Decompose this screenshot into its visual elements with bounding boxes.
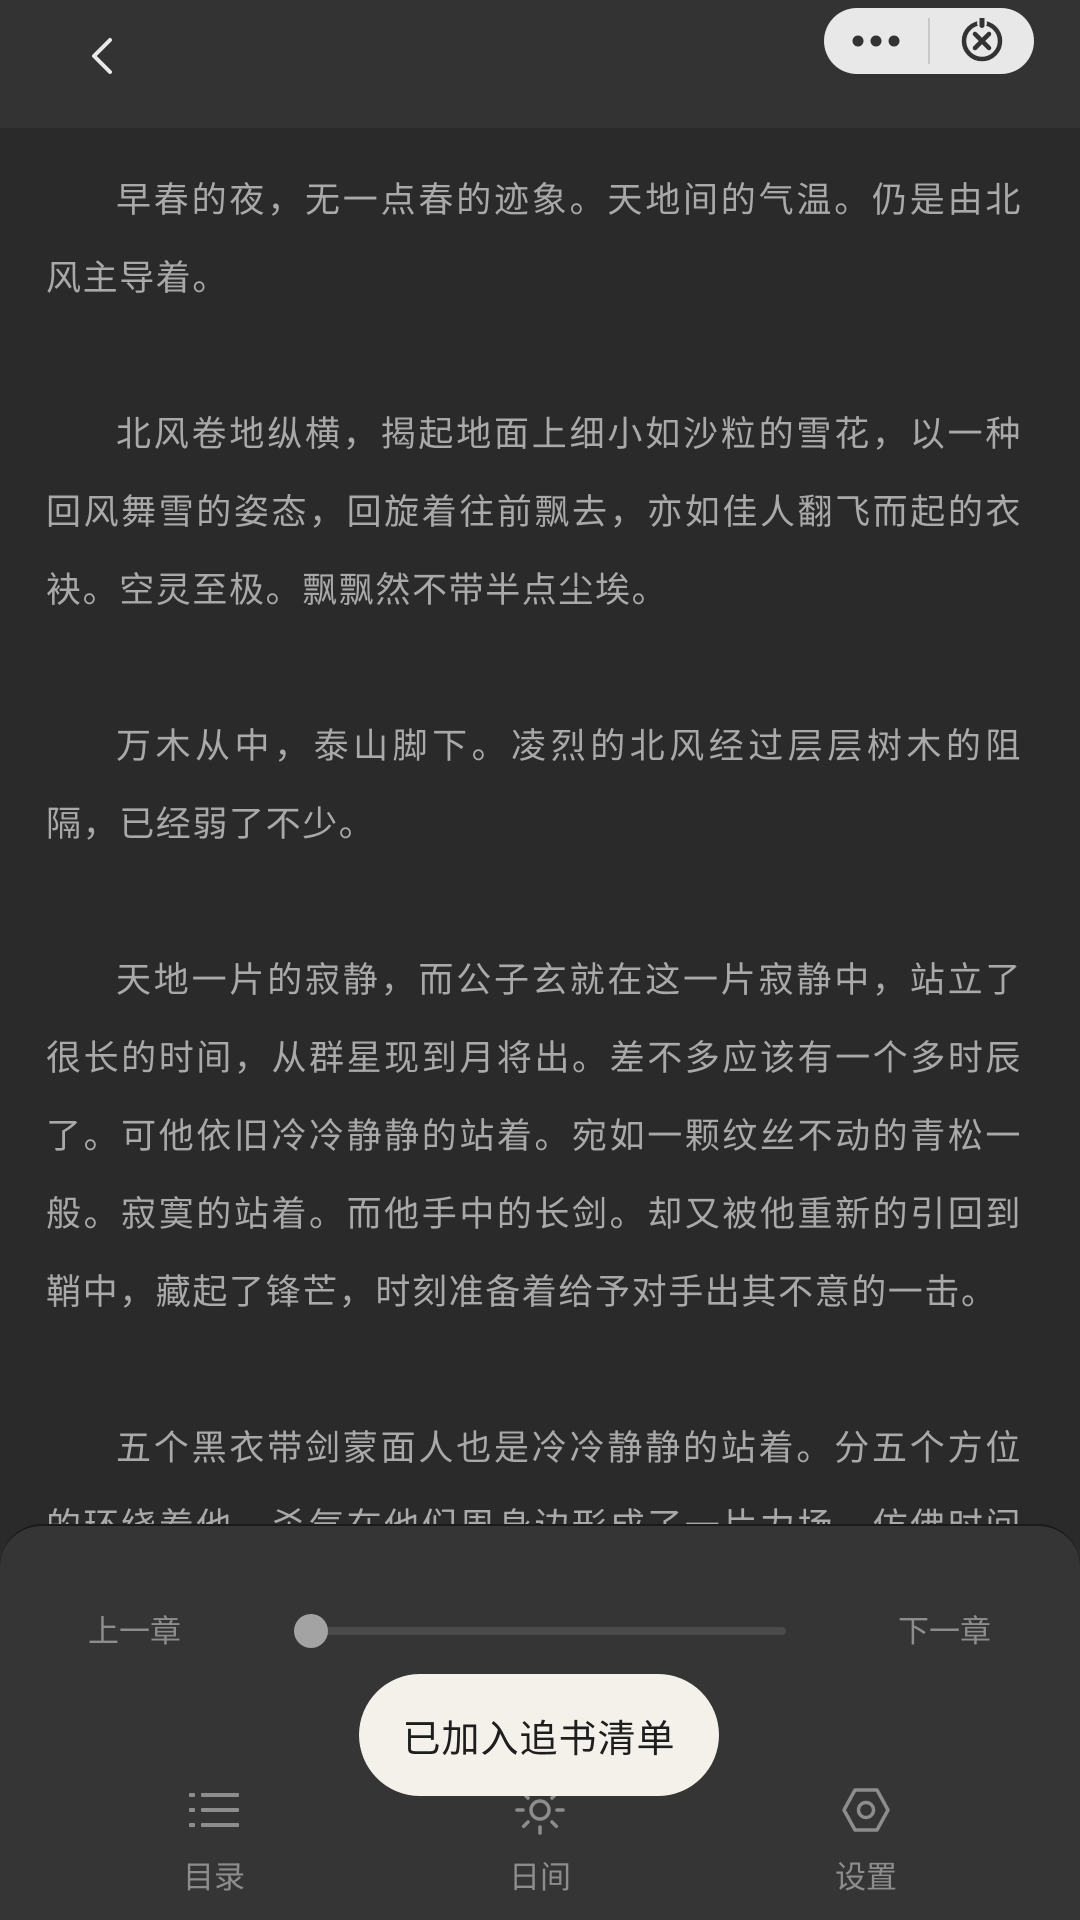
top-bar [0, 0, 1080, 128]
paragraph: 万木从中，泰山脚下。凌烈的北风经过层层树木的阻隔，已经弱了不少。 [46, 727, 1022, 845]
list-icon [186, 1782, 242, 1838]
close-circle-icon [961, 18, 1003, 62]
tab-settings[interactable]: 设置 [766, 1782, 966, 1902]
hexagon-gear-icon [838, 1782, 894, 1838]
prev-chapter-button[interactable]: 上一章 [88, 1606, 181, 1651]
chapter-progress-slider[interactable] [294, 1614, 786, 1648]
paragraph: 北风卷地纵横，揭起地面上细小如沙粒的雪花，以一种回风舞雪的姿态，回旋着往前飘去，… [46, 415, 1022, 611]
tab-day-mode[interactable]: 日间 [440, 1782, 640, 1902]
tab-settings-label: 设置 [835, 1860, 897, 1896]
chapter-content[interactable]: 早春的夜，无一点春的迹象。天地间的气温。仍是由北风主导着。 北风卷地纵横，揭起地… [46, 162, 1022, 1722]
paragraph: 天地一片的寂静，而公子玄就在这一片寂静中，站立了很长的时间，从群星现到月将出。差… [46, 961, 1022, 1313]
toast-message: 已加入追书清单 [359, 1674, 719, 1796]
more-dots-icon [852, 35, 900, 47]
back-button[interactable] [70, 20, 134, 92]
next-chapter-button[interactable]: 下一章 [898, 1606, 991, 1651]
paragraph: 早春的夜，无一点春的迹象。天地间的气温。仍是由北风主导着。 [46, 181, 1022, 299]
progress-thumb[interactable] [294, 1614, 328, 1648]
mini-program-capsule [824, 8, 1034, 74]
reader-screen: 早春的夜，无一点春的迹象。天地间的气温。仍是由北风主导着。 北风卷地纵横，揭起地… [0, 0, 1080, 1920]
tab-toc-label: 目录 [183, 1860, 245, 1896]
more-button[interactable] [824, 8, 928, 74]
close-button[interactable] [930, 8, 1034, 74]
tab-toc[interactable]: 目录 [114, 1782, 314, 1902]
tab-day-mode-label: 日间 [509, 1860, 571, 1896]
chevron-left-icon [92, 38, 112, 74]
